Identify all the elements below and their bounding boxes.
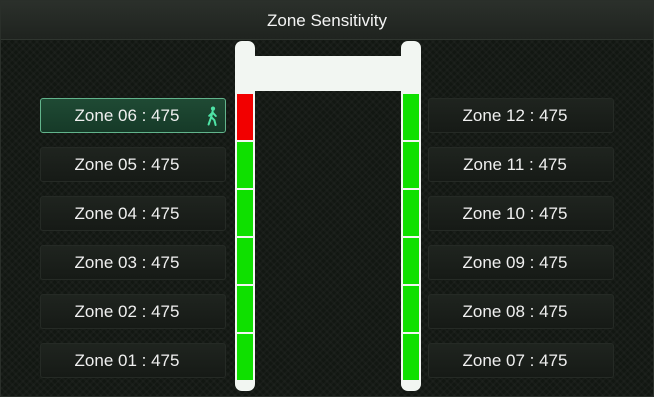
zone-08-button[interactable]: Zone 08 : 475 bbox=[428, 294, 614, 329]
zone-sensitivity-screen: Zone Sensitivity Zone 06 : 475 Zone 05 :… bbox=[0, 0, 654, 397]
zone-05-label: Zone 05 : 475 bbox=[74, 155, 180, 174]
zone-06-button[interactable]: Zone 06 : 475 bbox=[40, 98, 226, 133]
zone-12-indicator bbox=[403, 94, 419, 140]
zone-02-indicator bbox=[237, 286, 253, 332]
zone-10-button[interactable]: Zone 10 : 475 bbox=[428, 196, 614, 231]
zone-11-indicator bbox=[403, 142, 419, 188]
zone-09-label: Zone 09 : 475 bbox=[462, 253, 568, 272]
gate-top-beam bbox=[255, 56, 401, 91]
zone-04-label: Zone 04 : 475 bbox=[74, 204, 180, 223]
zone-12-button[interactable]: Zone 12 : 475 bbox=[428, 98, 614, 133]
zone-03-label: Zone 03 : 475 bbox=[74, 253, 180, 272]
zone-04-indicator bbox=[237, 190, 253, 236]
zone-08-label: Zone 08 : 475 bbox=[462, 302, 568, 321]
zone-04-button[interactable]: Zone 04 : 475 bbox=[40, 196, 226, 231]
zone-02-label: Zone 02 : 475 bbox=[74, 302, 180, 321]
zone-10-label: Zone 10 : 475 bbox=[462, 204, 568, 223]
zone-05-indicator bbox=[237, 142, 253, 188]
zone-02-button[interactable]: Zone 02 : 475 bbox=[40, 294, 226, 329]
page-title: Zone Sensitivity bbox=[267, 11, 387, 30]
zone-01-indicator bbox=[237, 334, 253, 380]
gate-left-pillar bbox=[235, 41, 255, 391]
zone-05-button[interactable]: Zone 05 : 475 bbox=[40, 147, 226, 182]
zone-06-indicator bbox=[237, 94, 253, 140]
title-bar: Zone Sensitivity bbox=[1, 1, 653, 40]
zone-12-label: Zone 12 : 475 bbox=[462, 106, 568, 125]
zone-07-label: Zone 07 : 475 bbox=[462, 351, 568, 370]
zone-06-label: Zone 06 : 475 bbox=[74, 106, 180, 125]
zone-01-label: Zone 01 : 475 bbox=[74, 351, 180, 370]
zone-03-button[interactable]: Zone 03 : 475 bbox=[40, 245, 226, 280]
gate-right-pillar bbox=[401, 41, 421, 391]
zone-10-indicator bbox=[403, 190, 419, 236]
zone-08-indicator bbox=[403, 286, 419, 332]
zone-07-indicator bbox=[403, 334, 419, 380]
walking-person-icon bbox=[207, 106, 217, 126]
zone-01-button[interactable]: Zone 01 : 475 bbox=[40, 343, 226, 378]
zone-09-indicator bbox=[403, 238, 419, 284]
zone-03-indicator bbox=[237, 238, 253, 284]
zone-11-label: Zone 11 : 475 bbox=[463, 155, 567, 174]
zone-09-button[interactable]: Zone 09 : 475 bbox=[428, 245, 614, 280]
zone-07-button[interactable]: Zone 07 : 475 bbox=[428, 343, 614, 378]
zone-11-button[interactable]: Zone 11 : 475 bbox=[428, 147, 614, 182]
